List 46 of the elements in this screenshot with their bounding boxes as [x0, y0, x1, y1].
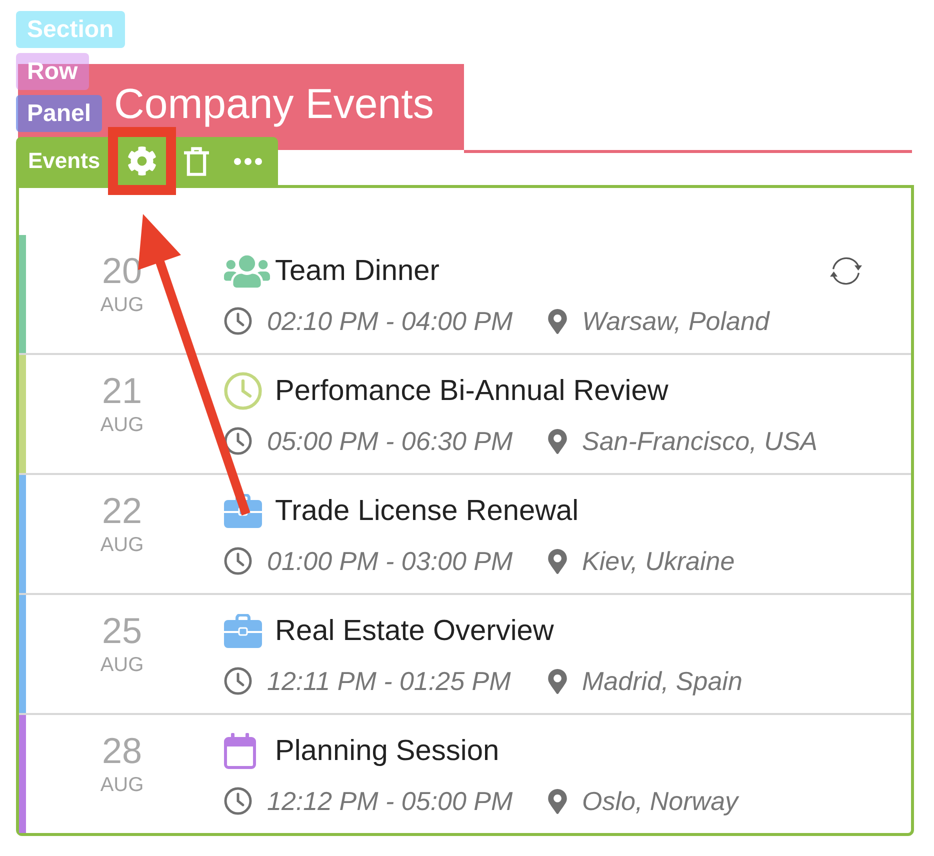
pin-icon	[548, 428, 567, 454]
clock-icon	[224, 547, 252, 575]
pin-icon	[548, 308, 567, 334]
clock-icon	[224, 667, 252, 695]
panel-title: Events	[28, 150, 100, 172]
event-location: Madrid, Spain	[582, 668, 742, 694]
event-month: AUG	[100, 775, 144, 795]
pin-icon	[548, 788, 567, 814]
editor-label-badge[interactable]: Row	[16, 53, 89, 90]
event-time: 12:11 PM - 01:25 PM	[267, 668, 511, 694]
pin-icon	[548, 548, 567, 574]
event-day: 22	[102, 493, 142, 529]
clock-icon	[224, 427, 252, 455]
event-day: 21	[102, 373, 142, 409]
event-title: Real Estate Overview	[275, 616, 554, 646]
pin-icon	[548, 668, 567, 694]
calendar-icon	[224, 733, 256, 769]
event-day: 20	[102, 253, 142, 289]
event-day: 25	[102, 613, 142, 649]
clock-icon	[224, 307, 252, 335]
event-location: Kiev, Ukraine	[582, 548, 735, 574]
event-location: Oslo, Norway	[582, 788, 738, 814]
ellipsis-icon	[234, 158, 262, 164]
event-day: 28	[102, 733, 142, 769]
event-title: Trade License Renewal	[275, 496, 579, 526]
event-location: San-Francisco, USA	[582, 428, 818, 454]
event-month: AUG	[100, 415, 144, 435]
event-time: 05:00 PM - 06:30 PM	[267, 428, 513, 454]
clock-icon	[224, 787, 252, 815]
event-month: AUG	[100, 655, 144, 675]
event-month: AUG	[100, 295, 144, 315]
trash-icon	[184, 146, 208, 176]
event-time: 02:10 PM - 04:00 PM	[267, 308, 513, 334]
event-time: 12:12 PM - 05:00 PM	[267, 788, 513, 814]
event-title: Team Dinner	[275, 256, 440, 286]
gear-icon	[127, 146, 157, 176]
event-time: 01:00 PM - 03:00 PM	[267, 548, 513, 574]
people-icon	[224, 252, 270, 290]
event-title: Planning Session	[275, 736, 500, 766]
editor-label-badge[interactable]: Panel	[16, 95, 102, 132]
event-title: Perfomance Bi-Annual Review	[275, 376, 668, 406]
event-location: Warsaw, Poland	[582, 308, 770, 334]
clock-icon	[224, 372, 262, 410]
briefcase-icon	[224, 614, 262, 648]
page-title: Company Events	[114, 83, 434, 125]
event-month: AUG	[100, 535, 144, 555]
